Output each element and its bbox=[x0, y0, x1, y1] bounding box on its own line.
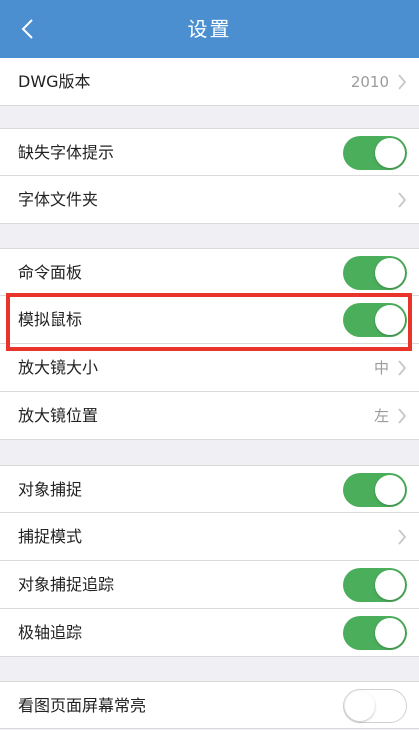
toggle-knob bbox=[375, 138, 405, 168]
setting-row-object-snap: 对象捕捉 bbox=[0, 465, 419, 513]
setting-row-magnifier-size[interactable]: 放大镜大小 中 bbox=[0, 344, 419, 392]
setting-value: 2010 bbox=[350, 73, 389, 91]
chevron-right-icon bbox=[397, 529, 407, 545]
setting-row-magnifier-position[interactable]: 放大镜位置 左 bbox=[0, 392, 419, 440]
setting-label: DWG版本 bbox=[18, 72, 91, 91]
chevron-right-icon bbox=[397, 74, 407, 90]
setting-label: 放大镜位置 bbox=[18, 406, 99, 425]
highlight-box bbox=[6, 293, 412, 351]
setting-row-command-panel: 命令面板 bbox=[0, 248, 419, 296]
chevron-right-icon bbox=[397, 192, 407, 208]
toggle-knob bbox=[375, 570, 405, 600]
toggle-knob bbox=[375, 258, 405, 288]
setting-row-dwg-version[interactable]: DWG版本 2010 bbox=[0, 58, 419, 106]
toggle-switch[interactable] bbox=[343, 256, 407, 290]
page-title: 设置 bbox=[187, 17, 232, 41]
setting-row-polar-tracking: 极轴追踪 bbox=[0, 609, 419, 657]
setting-row-font-folder[interactable]: 字体文件夹 bbox=[0, 176, 419, 224]
toggle-knob bbox=[375, 618, 405, 648]
setting-row-object-snap-tracking: 对象捕捉追踪 bbox=[0, 561, 419, 609]
toggle-switch[interactable] bbox=[343, 616, 407, 650]
setting-row-snap-mode[interactable]: 捕捉模式 bbox=[0, 513, 419, 561]
setting-label: 对象捕捉追踪 bbox=[18, 575, 115, 594]
setting-value: 左 bbox=[373, 407, 389, 425]
setting-row-keep-screen-on: 看图页面屏幕常亮 bbox=[0, 681, 419, 729]
chevron-right-icon bbox=[397, 360, 407, 376]
setting-label: 放大镜大小 bbox=[18, 358, 99, 377]
top-bar: 设置 bbox=[0, 0, 419, 58]
toggle-switch[interactable] bbox=[343, 568, 407, 602]
toggle-switch[interactable] bbox=[343, 136, 407, 170]
chevron-right-icon bbox=[397, 408, 407, 424]
toggle-switch[interactable] bbox=[343, 473, 407, 507]
setting-label: 捕捉模式 bbox=[18, 527, 83, 546]
setting-value: 中 bbox=[373, 359, 389, 377]
setting-label: 极轴追踪 bbox=[18, 623, 83, 642]
setting-label: 字体文件夹 bbox=[18, 190, 99, 209]
setting-label: 命令面板 bbox=[18, 263, 83, 282]
toggle-knob bbox=[375, 475, 405, 505]
toggle-knob bbox=[345, 691, 375, 721]
setting-label: 缺失字体提示 bbox=[18, 143, 115, 162]
setting-label: 对象捕捉 bbox=[18, 480, 83, 499]
toggle-switch[interactable] bbox=[343, 689, 407, 723]
setting-row-missing-font: 缺失字体提示 bbox=[0, 128, 419, 176]
